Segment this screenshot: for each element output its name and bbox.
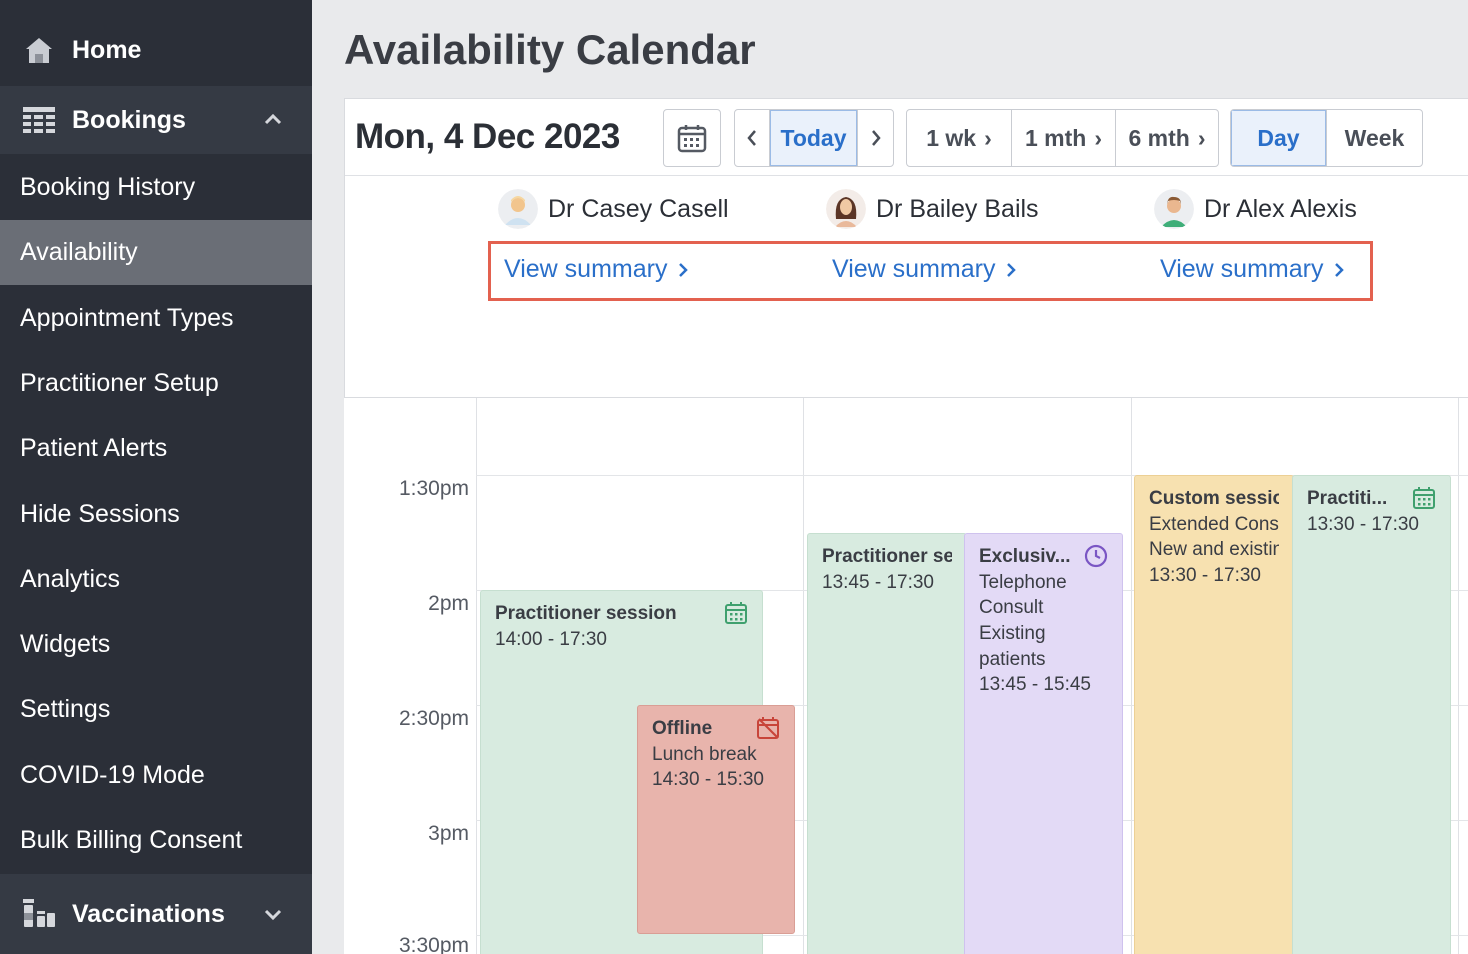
avatar	[498, 189, 538, 229]
exclusive-event[interactable]: Exclusiv... Telephone Consult Existing p…	[964, 533, 1123, 954]
previous-button[interactable]	[735, 110, 770, 166]
chevron-right-icon: ›	[984, 124, 992, 151]
sidebar-item-widgets[interactable]: Widgets	[0, 612, 312, 677]
session-event[interactable]: Practiti... 13:30 - 17:30	[1292, 475, 1451, 954]
day-view-button[interactable]: Day	[1231, 110, 1327, 166]
chevron-up-icon[interactable]	[262, 108, 284, 130]
sidebar-item-patient-alerts[interactable]: Patient Alerts	[0, 416, 312, 481]
sidebar-section-bookings[interactable]: Bookings	[0, 86, 312, 154]
practitioner-name: Dr Casey Casell	[548, 194, 729, 223]
view-summary-link[interactable]: View summary	[832, 255, 1017, 284]
chevron-right-icon	[1007, 262, 1017, 277]
chevron-right-icon	[871, 130, 881, 146]
time-label: 2:30pm	[398, 707, 469, 730]
sidebar-item-availability[interactable]: Availability	[0, 220, 312, 285]
chevron-right-icon: ›	[1094, 124, 1102, 151]
sidebar-home-label: Home	[72, 35, 142, 64]
calendar-icon	[725, 602, 747, 624]
chevron-right-icon	[679, 262, 689, 277]
chevron-left-icon	[747, 130, 756, 146]
sidebar-item-covid-mode[interactable]: COVID-19 Mode	[0, 743, 312, 808]
time-label: 3:30pm	[398, 934, 469, 954]
jump-1-month-button[interactable]: 1 mth ›	[1012, 110, 1116, 166]
time-label: 2pm	[428, 592, 469, 615]
view-summary-link[interactable]: View summary	[504, 255, 689, 284]
current-date: Mon, 4 Dec 2023	[355, 117, 620, 156]
practitioner-header: Dr Alex Alexis	[1154, 187, 1357, 231]
home-icon	[22, 33, 56, 67]
sidebar-item-bulk-billing-consent[interactable]: Bulk Billing Consent	[0, 808, 312, 873]
calendar-icon	[1413, 487, 1435, 509]
sidebar: Home Bookings Booking History Availabili…	[0, 0, 312, 954]
column-divider	[1131, 398, 1132, 954]
sidebar-section-vaccinations[interactable]: Vaccinations	[0, 874, 312, 954]
sidebar-item-practitioner-setup[interactable]: Practitioner Setup	[0, 351, 312, 416]
practitioner-name: Dr Alex Alexis	[1204, 194, 1357, 223]
practitioner-header: Dr Casey Casell	[498, 187, 729, 231]
next-button[interactable]	[858, 110, 893, 166]
time-label: 3pm	[428, 822, 469, 845]
page-title: Availability Calendar	[344, 26, 756, 73]
calendar-header-panel: Mon, 4 Dec 2023 Today 1 wk › 1 mth › 6 mth…	[344, 98, 1468, 398]
jump-1-week-button[interactable]: 1 wk ›	[907, 110, 1012, 166]
calendar-toolbar: Mon, 4 Dec 2023 Today 1 wk › 1 mth › 6 mth…	[345, 99, 1468, 176]
today-button[interactable]: Today	[770, 110, 858, 166]
sidebar-home[interactable]: Home	[0, 16, 312, 84]
column-divider	[1458, 398, 1459, 954]
column-divider	[803, 398, 804, 954]
chevron-right-icon	[1335, 262, 1345, 277]
clock-icon	[1084, 544, 1108, 568]
week-view-button[interactable]: Week	[1327, 110, 1422, 166]
custom-session-event[interactable]: Custom session Extended Consul New and e…	[1134, 475, 1294, 954]
calendar-grid: 1:30pm 2pm 2:30pm 3pm 3:30pm Practitione…	[344, 398, 1468, 954]
sidebar-item-analytics[interactable]: Analytics	[0, 547, 312, 612]
practitioner-name: Dr Bailey Bails	[876, 194, 1039, 223]
avatar	[1154, 189, 1194, 229]
sidebar-vaccinations-label: Vaccinations	[72, 899, 225, 928]
sidebar-item-appointment-types[interactable]: Appointment Types	[0, 286, 312, 351]
avatar	[826, 189, 866, 229]
date-picker-button[interactable]	[663, 109, 721, 167]
calendar-icon	[677, 125, 707, 153]
sidebar-item-booking-history[interactable]: Booking History	[0, 155, 312, 220]
practitioner-header: Dr Bailey Bails	[826, 187, 1039, 231]
sidebar-item-hide-sessions[interactable]: Hide Sessions	[0, 482, 312, 547]
table-icon	[22, 103, 56, 137]
session-event[interactable]: Practitioner sess 13:45 - 17:30	[807, 533, 967, 954]
time-label: 1:30pm	[398, 477, 469, 500]
column-divider	[476, 398, 477, 954]
vaccine-vials-icon	[22, 897, 56, 931]
view-summary-link[interactable]: View summary	[1160, 255, 1345, 284]
offline-event[interactable]: Offline Lunch break 14:30 - 15:30	[637, 705, 795, 934]
view-toggle-group: Day Week	[1230, 109, 1423, 167]
calendar-off-icon	[757, 717, 779, 739]
sidebar-bookings-label: Bookings	[72, 105, 186, 134]
date-navigation: Today	[734, 109, 894, 167]
range-jump-group: 1 wk › 1 mth › 6 mth ›	[906, 109, 1219, 167]
jump-6-month-button[interactable]: 6 mth ›	[1116, 110, 1218, 166]
chevron-down-icon[interactable]	[262, 903, 284, 925]
sidebar-item-settings[interactable]: Settings	[0, 677, 312, 742]
chevron-right-icon: ›	[1197, 124, 1206, 151]
